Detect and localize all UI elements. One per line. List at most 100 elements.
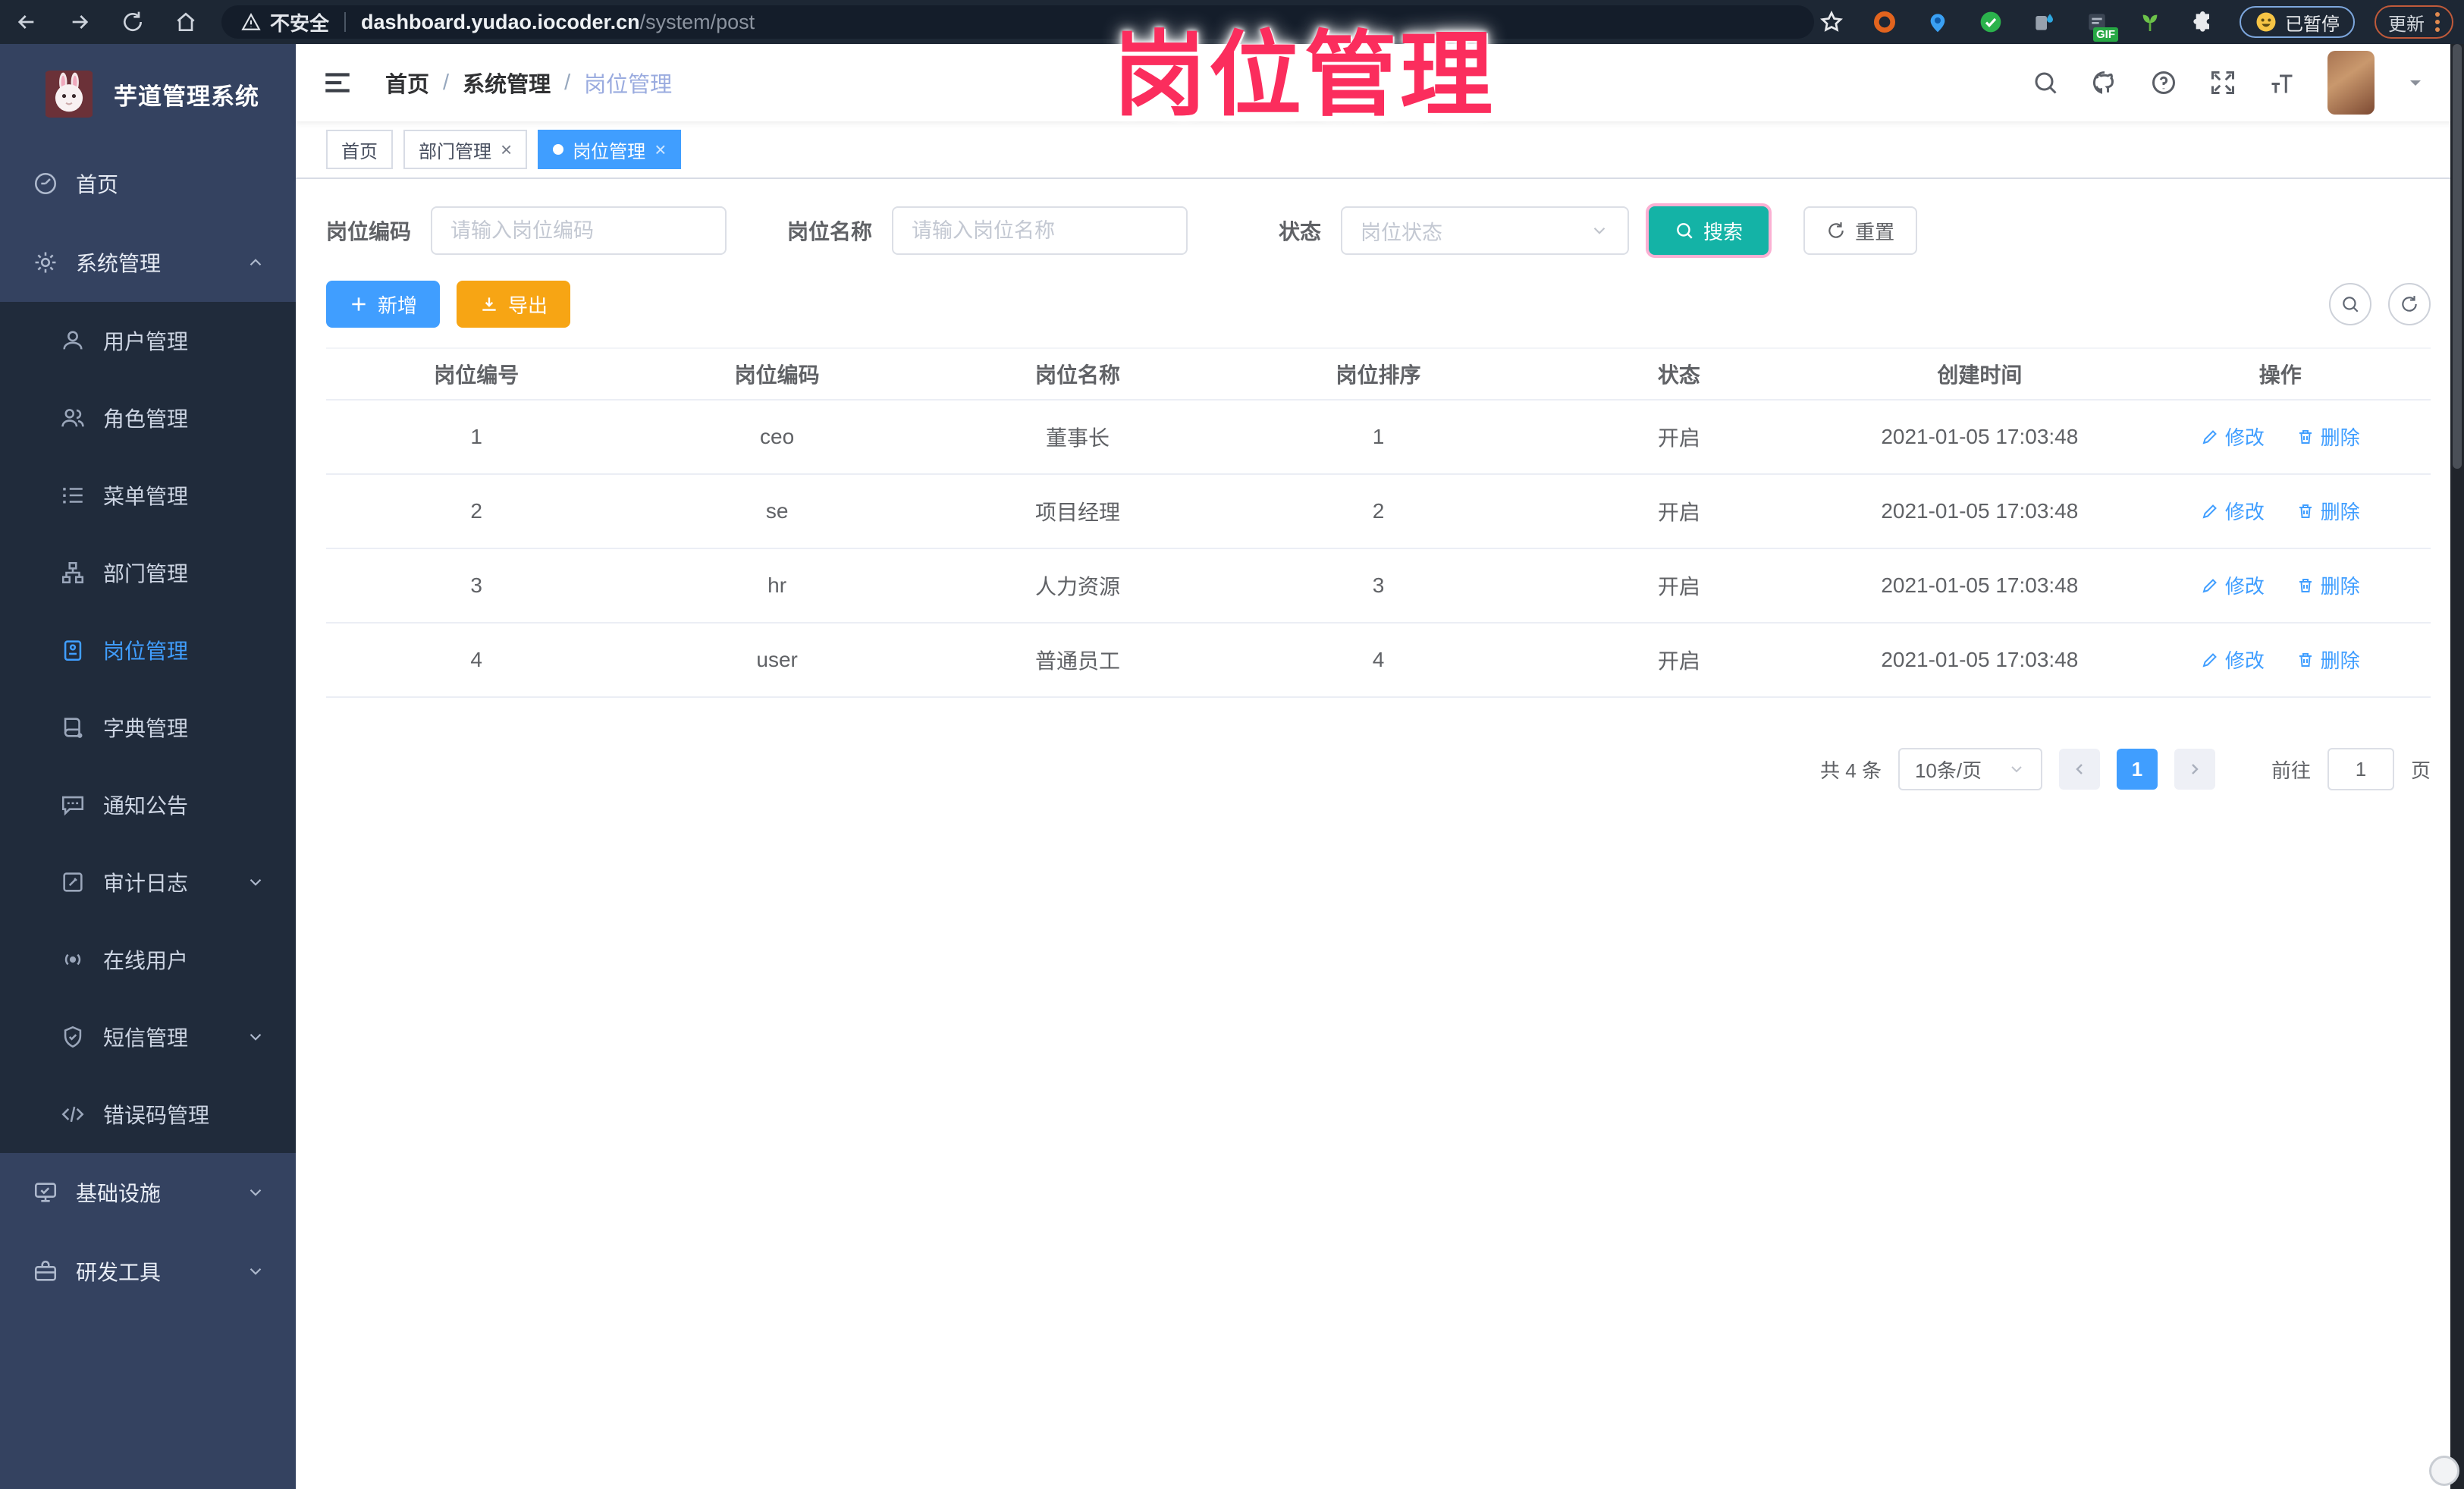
sidebar-toggle-icon[interactable] (322, 67, 353, 99)
sidebar-item-users[interactable]: 用户管理 (0, 302, 296, 379)
status-select[interactable]: 岗位状态 (1341, 206, 1630, 255)
badge-icon (59, 637, 86, 663)
extension-drop-icon[interactable] (2027, 5, 2061, 39)
sidebar-item-sms[interactable]: 短信管理 (0, 998, 296, 1076)
total-count: 共 4 条 (1820, 759, 1882, 782)
sidebar-item-home[interactable]: 首页 (0, 144, 296, 223)
goto-page-input[interactable] (2327, 748, 2394, 790)
app-header: 首页 / 系统管理 / 岗位管理 (296, 44, 2464, 121)
floating-widget[interactable] (2429, 1456, 2459, 1486)
sidebar-item-departments[interactable]: 部门管理 (0, 534, 296, 611)
gear-icon (32, 250, 59, 275)
edit-link[interactable]: 修改 (2201, 497, 2265, 525)
search-icon[interactable] (2032, 69, 2059, 96)
help-icon[interactable] (2150, 69, 2177, 96)
monitor-icon (32, 1180, 59, 1205)
next-page-button[interactable] (2174, 749, 2215, 790)
delete-link[interactable]: 删除 (2296, 646, 2360, 674)
caret-down-icon[interactable] (2406, 74, 2425, 92)
sidebar-item-notices[interactable]: 通知公告 (0, 766, 296, 843)
user-avatar[interactable] (2327, 51, 2375, 115)
table-toolbar: 新增 导出 (326, 281, 2431, 328)
search-icon (1677, 223, 1693, 239)
fullscreen-icon[interactable] (2209, 69, 2236, 96)
tab-department[interactable]: 部门管理 × (403, 130, 528, 169)
sidebar-item-roles[interactable]: 角色管理 (0, 379, 296, 457)
extensions-puzzle-icon[interactable] (2186, 5, 2220, 39)
close-icon[interactable]: × (654, 140, 666, 159)
users-group-icon (59, 405, 86, 431)
breadcrumb-current: 岗位管理 (584, 73, 673, 97)
delete-link[interactable]: 删除 (2296, 571, 2360, 599)
bookmark-star-icon[interactable] (1815, 5, 1848, 39)
book-icon (59, 715, 86, 740)
download-icon (482, 297, 496, 311)
browser-forward-button[interactable] (53, 0, 106, 44)
menu-list-icon (59, 482, 86, 508)
dashboard-icon (32, 171, 59, 196)
github-icon[interactable] (2091, 69, 2118, 96)
broadcast-icon (59, 947, 86, 972)
browser-back-button[interactable] (0, 0, 53, 44)
browser-update-button[interactable]: 更新 (2375, 5, 2453, 39)
tab-post[interactable]: 岗位管理 × (538, 130, 682, 169)
prev-page-button[interactable] (2058, 749, 2100, 790)
goto-label: 前往 (2271, 759, 2311, 782)
post-name-input[interactable] (892, 206, 1188, 255)
font-size-icon[interactable] (2268, 69, 2296, 96)
sidebar-item-menus[interactable]: 菜单管理 (0, 457, 296, 534)
page-number-button[interactable]: 1 (2116, 749, 2158, 790)
table-row: 3 hr 人力资源 3 开启 2021-01-05 17:03:48 修改 删除 (326, 548, 2431, 624)
app-logo-row[interactable]: 芋道管理系统 (0, 44, 296, 144)
page-content: 岗位编码 岗位名称 状态 岗位状态 搜索 (296, 179, 2464, 1489)
extension-gif-tool-icon[interactable]: GIF (2080, 5, 2118, 42)
app-title: 芋道管理系统 (114, 83, 259, 110)
edit-icon (2202, 429, 2217, 445)
sidebar-item-audit-log[interactable]: 审计日志 (0, 843, 296, 921)
extension-orange-ring-icon[interactable] (1868, 5, 1901, 39)
chevron-up-icon (246, 253, 265, 272)
tab-home[interactable]: 首页 (326, 130, 393, 169)
delete-link[interactable]: 删除 (2296, 497, 2360, 525)
extension-location-pin-icon[interactable] (1921, 5, 1954, 39)
browser-menu-icon[interactable] (2435, 12, 2440, 32)
breadcrumb-system[interactable]: 系统管理 (463, 67, 551, 99)
breadcrumb-home[interactable]: 首页 (385, 67, 429, 99)
page-scrollbar[interactable] (2450, 44, 2464, 1489)
sidebar-item-system[interactable]: 系统管理 (0, 223, 296, 302)
toolbox-icon (32, 1258, 59, 1284)
sidebar-item-dev-tools[interactable]: 研发工具 (0, 1232, 296, 1311)
browser-reload-button[interactable] (106, 0, 159, 44)
sidebar-item-dictionary[interactable]: 字典管理 (0, 689, 296, 766)
reset-button[interactable]: 重置 (1803, 206, 1918, 255)
refresh-button[interactable] (2388, 283, 2431, 325)
chevron-down-icon (1590, 221, 1609, 240)
close-icon[interactable]: × (501, 140, 512, 159)
post-code-input[interactable] (431, 206, 727, 255)
page-size-select[interactable]: 10条/页 (1897, 748, 2042, 790)
status-label: 状态 (1279, 220, 1322, 243)
edit-link[interactable]: 修改 (2201, 571, 2265, 599)
sidebar-item-posts[interactable]: 岗位管理 (0, 611, 296, 689)
hide-search-button[interactable] (2329, 283, 2371, 325)
edit-link[interactable]: 修改 (2201, 423, 2265, 451)
paused-extension-pill[interactable]: 已暂停 (2240, 6, 2355, 38)
edit-icon (2202, 504, 2217, 519)
browser-toolbar: 不安全 dashboard.yudao.iocoder.cn /system/p… (0, 0, 2464, 44)
export-button[interactable]: 导出 (457, 281, 571, 328)
paused-label: 已暂停 (2285, 14, 2340, 35)
sidebar-item-error-codes[interactable]: 错误码管理 (0, 1076, 296, 1153)
delete-link[interactable]: 删除 (2296, 423, 2360, 451)
extension-plant-icon[interactable] (2133, 5, 2167, 39)
edit-link[interactable]: 修改 (2201, 646, 2265, 674)
add-button[interactable]: 新增 (326, 281, 441, 328)
browser-home-button[interactable] (159, 0, 212, 44)
post-code-label: 岗位编码 (326, 220, 412, 243)
extension-green-check-icon[interactable] (1974, 5, 2007, 39)
url-divider (344, 12, 347, 32)
sidebar-item-infrastructure[interactable]: 基础设施 (0, 1153, 296, 1232)
address-bar[interactable]: 不安全 dashboard.yudao.iocoder.cn /system/p… (221, 5, 1814, 39)
search-button[interactable]: 搜索 (1649, 206, 1769, 255)
refresh-icon (1828, 222, 1844, 238)
sidebar-item-online-users[interactable]: 在线用户 (0, 921, 296, 998)
